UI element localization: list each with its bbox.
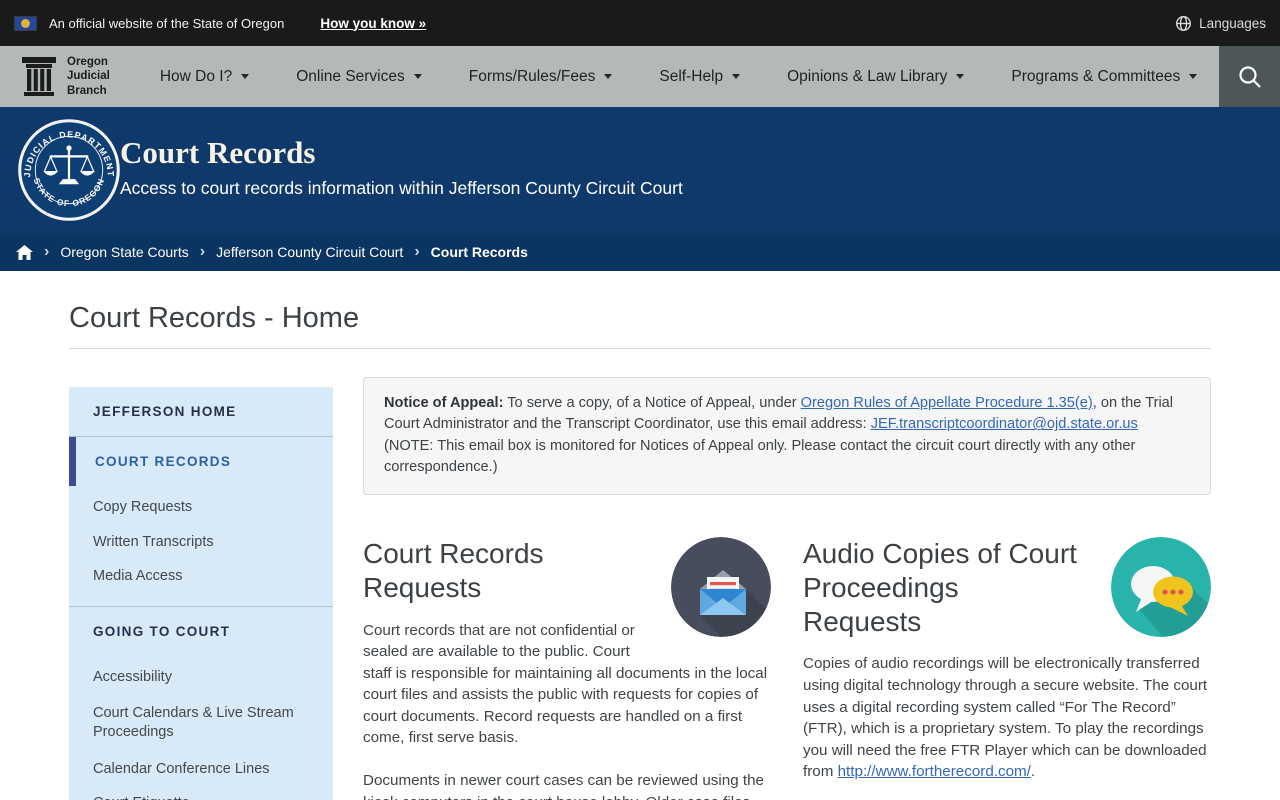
notice-of-appeal-box: Notice of Appeal: To serve a copy, of a … — [363, 377, 1211, 495]
chevron-down-icon — [604, 74, 613, 79]
sidebar-item-going-to-court[interactable]: GOING TO COURT — [69, 607, 333, 656]
records-paragraph-2: Documents in newer court cases can be re… — [363, 771, 764, 800]
sidebar-item-jefferson-home[interactable]: JEFFERSON HOME — [69, 387, 333, 436]
sidebar-item-written-transcripts[interactable]: Written Transcripts — [69, 525, 333, 560]
nav-item-label: How Do I? — [159, 67, 233, 85]
logo-line-2: Judicial — [67, 70, 110, 83]
how-you-know-link[interactable]: How you know » — [320, 16, 426, 31]
hero-banner: JUDICIAL DEPARTMENT STATE OF OREGON Cour… — [0, 107, 1280, 233]
court-records-requests-section: Court Records Requests Court records tha… — [363, 536, 771, 800]
nav-item-label: Opinions & Law Library — [787, 67, 948, 85]
sidebar-item-court-calendars[interactable]: Court Calendars & Live Stream Proceeding… — [69, 695, 333, 752]
main-content: Court Records - Home JEFFERSON HOME COUR… — [0, 271, 1280, 800]
globe-icon — [1175, 15, 1192, 32]
nav-item-programs-committees[interactable]: Programs & Committees — [1011, 67, 1198, 86]
sidebar-nav: JEFFERSON HOME COURT RECORDS Copy Reques… — [69, 387, 333, 800]
chevron-down-icon — [956, 74, 965, 79]
sidebar-item-copy-requests[interactable]: Copy Requests — [69, 490, 333, 525]
breadcrumb: › Oregon State Courts › Jefferson County… — [0, 233, 1280, 271]
chevron-down-icon — [732, 74, 741, 79]
page-title: Court Records - Home — [69, 302, 360, 334]
sidebar-item-court-etiquette[interactable]: Court Etiquette — [69, 786, 333, 800]
audio-text: Copies of audio recordings will be elect… — [803, 655, 1208, 781]
nav-item-online-services[interactable]: Online Services — [296, 68, 422, 86]
column-logo-icon — [20, 55, 58, 97]
sidebar-item-court-records[interactable]: COURT RECORDS — [69, 437, 333, 486]
logo-line-1: Oregon — [67, 56, 108, 69]
audio-paragraph-1: Copies of audio recordings will be elect… — [803, 653, 1211, 782]
top-bar: An official website of the State of Oreg… — [0, 0, 1280, 46]
notice-text: To serve a copy, of a Notice of Appeal, … — [503, 395, 801, 411]
chevron-down-icon — [1189, 74, 1198, 79]
breadcrumb-separator: › — [414, 243, 420, 260]
nav-item-forms-rules-fees[interactable]: Forms/Rules/Fees — [469, 68, 613, 86]
audio-text: . — [1030, 763, 1036, 781]
breadcrumb-separator: › — [44, 243, 50, 260]
nav-item-label: Forms/Rules/Fees — [468, 67, 596, 85]
nav-item-how-do-i[interactable]: How Do I? — [159, 67, 250, 86]
nav-item-label: Online Services — [296, 67, 405, 85]
notice-text: (NOTE: This email box is monitored for N… — [384, 437, 1136, 476]
nav-item-label: Programs & Committees — [1011, 67, 1181, 85]
notice-label: Notice of Appeal: — [384, 395, 504, 411]
appellate-procedure-link[interactable]: Oregon Rules of Appellate Procedure 1.35… — [801, 395, 1093, 411]
ojb-logo[interactable]: Oregon Judicial Branch — [20, 55, 110, 97]
breadcrumb-current-court-records: Court Records — [430, 244, 528, 260]
logo-line-3: Branch — [67, 84, 107, 97]
languages-label: Languages — [1199, 15, 1266, 31]
sidebar-item-accessibility[interactable]: Accessibility — [69, 660, 333, 695]
home-link[interactable] — [16, 244, 33, 260]
fortherecord-link[interactable]: http://www.fortherecord.com/ — [838, 763, 1031, 780]
main-nav: Oregon Judicial Branch How Do I? Online … — [0, 46, 1280, 107]
sidebar-item-media-access[interactable]: Media Access — [69, 559, 333, 594]
languages-button[interactable]: Languages — [1175, 15, 1266, 32]
oregon-flag-icon — [14, 15, 37, 31]
nav-item-self-help[interactable]: Self-Help — [659, 67, 741, 86]
records-paragraph-1: Court records that are not confidential … — [363, 621, 768, 747]
page-banner-title: Court Records — [120, 135, 316, 170]
chevron-down-icon — [241, 74, 250, 79]
search-icon — [1237, 64, 1263, 90]
breadcrumb-jefferson-county[interactable]: Jefferson County Circuit Court — [216, 244, 403, 260]
judicial-department-seal-icon: JUDICIAL DEPARTMENT STATE OF OREGON — [18, 119, 120, 226]
envelope-icon — [671, 536, 771, 637]
breadcrumb-oregon-state-courts[interactable]: Oregon State Courts — [60, 244, 188, 260]
chat-bubbles-icon — [1111, 536, 1211, 637]
page-banner-subtitle: Access to court records information with… — [120, 178, 683, 198]
official-website-text: An official website of the State of Oreg… — [49, 15, 285, 31]
breadcrumb-separator: › — [199, 243, 206, 260]
nav-item-label: Self-Help — [659, 67, 724, 85]
nav-menu: How Do I? Online Services Forms/Rules/Fe… — [159, 67, 1198, 86]
chevron-down-icon — [413, 74, 422, 79]
sidebar-item-calendar-conference-lines[interactable]: Calendar Conference Lines — [69, 752, 333, 787]
transcript-coordinator-email-link[interactable]: JEF.transcriptcoordinator@ojd.state.or.u… — [871, 416, 1138, 432]
audio-copies-section: Audio Copies of Court Proceedings Reques… — [803, 536, 1211, 800]
nav-item-opinions-law-library[interactable]: Opinions & Law Library — [787, 67, 965, 86]
search-button[interactable] — [1219, 46, 1280, 107]
